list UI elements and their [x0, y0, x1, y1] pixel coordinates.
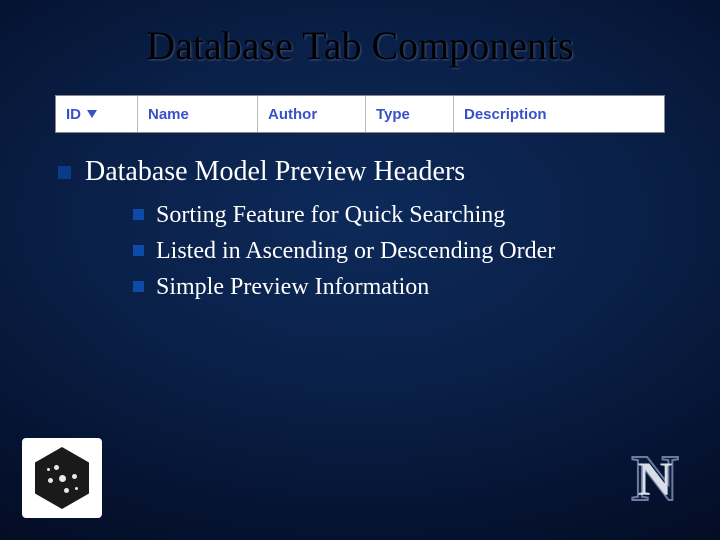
col-id-label: ID: [66, 106, 81, 123]
col-author[interactable]: Author: [258, 96, 366, 132]
col-type-label: Type: [376, 106, 410, 123]
col-id[interactable]: ID: [56, 96, 138, 132]
sub-bullet-text: Sorting Feature for Quick Searching: [156, 197, 505, 233]
col-description[interactable]: Description: [454, 96, 664, 132]
square-bullet-icon: [133, 281, 144, 292]
nevada-n-logo: N N: [620, 444, 690, 514]
neuron-logo: [22, 438, 102, 518]
sub-bullet-text: Simple Preview Information: [156, 269, 429, 305]
main-bullet-text: Database Model Preview Headers: [85, 156, 465, 187]
sort-desc-icon: [87, 110, 97, 118]
list-item: Simple Preview Information: [133, 269, 555, 305]
list-item: Database Model Preview Headers Sorting F…: [58, 153, 672, 305]
bullet-list: Database Model Preview Headers Sorting F…: [48, 153, 672, 305]
db-header-row: ID Name Author Type Description: [55, 95, 665, 133]
square-bullet-icon: [133, 209, 144, 220]
sub-bullet-text: Listed in Ascending or Descending Order: [156, 233, 555, 269]
slide-title: Database Tab Components: [48, 22, 672, 69]
hexagon-icon: [35, 447, 89, 509]
list-item: Sorting Feature for Quick Searching: [133, 197, 555, 233]
col-type[interactable]: Type: [366, 96, 454, 132]
n-letter-inner: N: [638, 452, 673, 507]
col-author-label: Author: [268, 106, 317, 123]
list-item: Listed in Ascending or Descending Order: [133, 233, 555, 269]
square-bullet-icon: [133, 245, 144, 256]
slide: Database Tab Components ID Name Author T…: [0, 0, 720, 540]
sub-bullet-list: Sorting Feature for Quick Searching List…: [133, 197, 555, 305]
col-name[interactable]: Name: [138, 96, 258, 132]
col-name-label: Name: [148, 106, 189, 123]
col-description-label: Description: [464, 106, 547, 123]
neuron-icon: [59, 475, 66, 482]
square-bullet-icon: [58, 166, 71, 179]
